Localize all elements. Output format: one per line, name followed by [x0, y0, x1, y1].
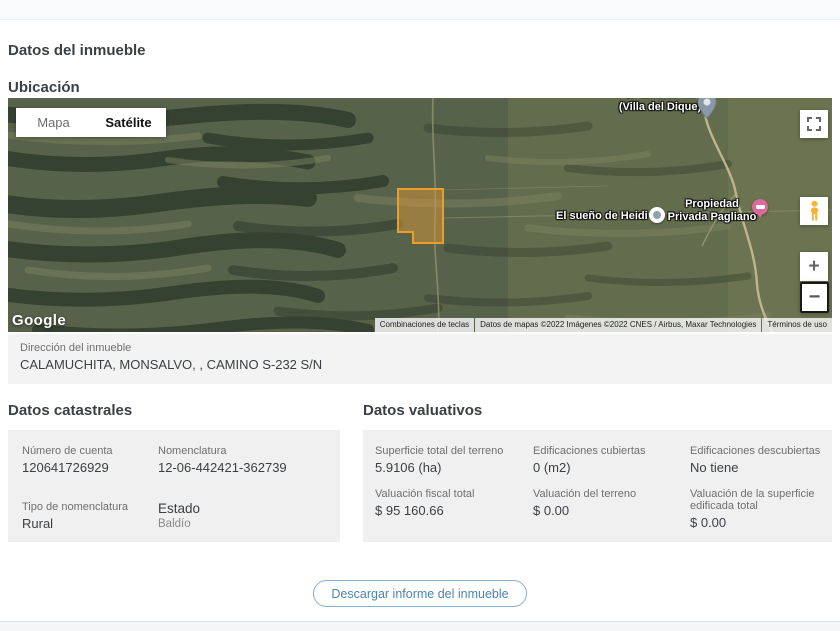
address-label: Dirección del inmueble [20, 342, 832, 354]
cadastral-data-card: Número de cuenta 120641726929 Nomenclatu… [8, 430, 340, 542]
map-data-credit: Datos de mapas ©2022 Imágenes ©2022 CNES… [475, 318, 761, 332]
field-estado: Estado Baldío [158, 501, 332, 531]
map-type-toggle: Mapa Satélite [16, 108, 166, 137]
field-valuacion-terreno: Valuación del terreno $ 0.00 [533, 488, 690, 530]
actions-row: Descargar informe del inmueble [0, 580, 840, 607]
map-viewport[interactable]: B° La Sierrita (Villa del Dique) El sueñ… [8, 98, 832, 332]
pegman-icon [807, 200, 822, 222]
map-type-button-satelite[interactable]: Satélite [91, 108, 166, 137]
minus-icon: − [809, 286, 821, 309]
map-label-heidi: El sueño de Heidi [556, 210, 648, 222]
field-tipo-nomenclatura: Tipo de nomenclatura Rural [22, 501, 158, 531]
address-panel: Dirección del inmueble CALAMUCHITA, MONS… [8, 334, 832, 384]
plus-icon: + [808, 256, 819, 278]
fullscreen-icon [807, 117, 821, 131]
terms-of-use-link[interactable]: Términos de uso [762, 318, 832, 332]
section-title-ubicacion: Ubicación [8, 79, 80, 96]
download-report-button[interactable]: Descargar informe del inmueble [313, 580, 526, 607]
fullscreen-button[interactable] [800, 110, 828, 138]
section-title-valuativos: Datos valuativos [363, 402, 482, 419]
top-bar [0, 0, 840, 20]
field-nomenclatura: Nomenclatura 12-06-442421-362739 [158, 445, 332, 475]
pegman-button[interactable] [800, 197, 828, 225]
map-type-button-mapa[interactable]: Mapa [16, 108, 91, 137]
address-value: CALAMUCHITA, MONSALVO, , CAMINO S-232 S/… [20, 357, 832, 372]
field-valuacion-fiscal: Valuación fiscal total $ 95 160.66 [375, 488, 533, 530]
section-title-catastrales: Datos catastrales [8, 402, 132, 419]
valuation-data-card: Superficie total del terreno 5.9106 (ha)… [363, 430, 832, 542]
map-label-pagliano: Propiedad Privada Pagliano [660, 198, 764, 224]
lodging-marker-icon [752, 199, 768, 215]
zoom-in-button[interactable]: + [800, 252, 828, 281]
zoom-out-button[interactable]: − [800, 282, 829, 313]
page-title: Datos del inmueble [8, 42, 146, 59]
place-pin-icon [696, 98, 718, 120]
keyboard-shortcuts-link[interactable]: Combinaciones de teclas [375, 318, 474, 332]
field-edificaciones-cubiertas: Edificaciones cubiertas 0 (m2) [533, 445, 690, 475]
field-numero-de-cuenta: Número de cuenta 120641726929 [22, 445, 158, 475]
field-edificaciones-descubiertas: Edificaciones descubiertas No tiene [690, 445, 824, 475]
google-logo[interactable]: Google [12, 312, 66, 329]
field-superficie-total: Superficie total del terreno 5.9106 (ha) [375, 445, 533, 475]
field-valuacion-superficie-edificada: Valuación de la superficie edificada tot… [690, 488, 824, 530]
map-attribution: Combinaciones de teclas Datos de mapas ©… [374, 318, 832, 332]
